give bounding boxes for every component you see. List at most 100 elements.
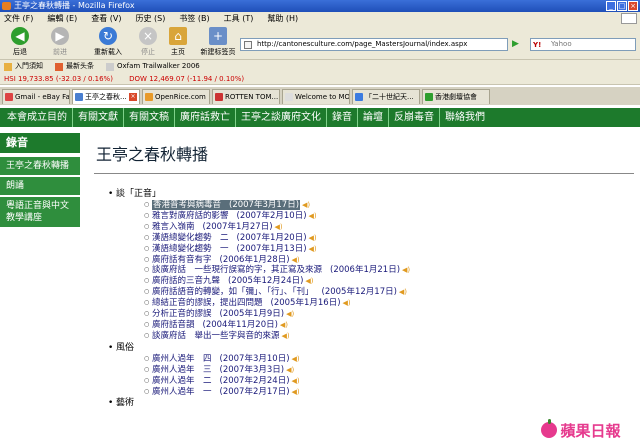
menu-file[interactable]: 文件 (F) bbox=[4, 12, 33, 25]
speaker-icon[interactable]: ◀) bbox=[286, 309, 294, 320]
nav-save-cantonese[interactable]: 廣府話救亡 bbox=[175, 108, 236, 127]
speaker-icon[interactable]: ◀) bbox=[292, 354, 300, 365]
sidebar-item-lectures[interactable]: 粵語正音與中文教學講座 bbox=[0, 197, 80, 229]
tab-google[interactable]: 「二十世紀天... bbox=[352, 89, 420, 104]
speaker-icon[interactable]: ◀) bbox=[302, 200, 310, 211]
nav-articles[interactable]: 有關文稿 bbox=[124, 108, 175, 127]
reload-button[interactable]: ↻ 重新载入 bbox=[86, 27, 130, 57]
speaker-icon[interactable]: ◀) bbox=[343, 298, 351, 309]
bookmark-icon bbox=[4, 62, 12, 71]
menu-bookmarks[interactable]: 书签 (B) bbox=[179, 12, 209, 25]
speaker-icon[interactable]: ◀) bbox=[399, 287, 407, 298]
tab-drama[interactable]: 香港劇壇協會 bbox=[422, 89, 490, 104]
nav-anti-lazy-sound[interactable]: 反崩毒音 bbox=[389, 108, 440, 127]
speaker-icon[interactable]: ◀) bbox=[305, 276, 313, 287]
section-list: 談「正音」 香港普考與病毒音(2007年3月17日)◀) 雅言對廣府話的影響(2… bbox=[94, 188, 634, 409]
home-label: 主页 bbox=[171, 48, 185, 56]
menu-help[interactable]: 幫助 (H) bbox=[267, 12, 298, 25]
menu-view[interactable]: 查看 (V) bbox=[91, 12, 121, 25]
speaker-icon[interactable]: ◀) bbox=[309, 211, 317, 222]
back-button[interactable]: ◀ 后退 bbox=[2, 27, 38, 57]
close-window-button[interactable]: × bbox=[628, 1, 638, 11]
recording-item[interactable]: 總結正音的謬誤，提出四問題(2005年1月16日)◀) bbox=[144, 298, 634, 309]
recording-item[interactable]: 談廣府話 一些現行誤寫的字，其正寫及來源(2006年1月21日)◀) bbox=[144, 265, 634, 276]
address-bar[interactable]: http://cantonesculture.com/page_MastersJ… bbox=[240, 38, 508, 51]
page-icon bbox=[244, 41, 252, 49]
bookmark-item[interactable]: 入門須知 bbox=[4, 60, 43, 73]
reload-icon: ↻ bbox=[99, 27, 117, 45]
nav-documents[interactable]: 有關文獻 bbox=[73, 108, 124, 127]
nav-forum[interactable]: 論壇 bbox=[358, 108, 389, 127]
divider bbox=[94, 173, 634, 174]
tab-active[interactable]: 王亭之春秋... × bbox=[72, 89, 140, 104]
tab-gmail[interactable]: Gmail - eBay Fa... bbox=[2, 89, 70, 104]
recording-item[interactable]: 廣府話的三音九聲(2005年12月24日)◀) bbox=[144, 276, 634, 287]
maximize-button[interactable]: □ bbox=[617, 1, 627, 11]
nav-purpose[interactable]: 本會成立目的 bbox=[2, 108, 73, 127]
ticker-dow: DOW 12,469.07 (-11.94 / 0.10%) bbox=[129, 75, 245, 83]
newspaper-logo: 蘋果日報 bbox=[526, 417, 636, 443]
speaker-icon[interactable]: ◀) bbox=[292, 387, 300, 398]
bookmark-item[interactable]: Oxfam Trailwalker 2006 bbox=[106, 60, 200, 73]
recording-item[interactable]: 廣州人過年 四(2007年3月10日)◀) bbox=[144, 354, 634, 365]
windows-logo-icon bbox=[621, 13, 637, 24]
recording-item[interactable]: 廣州人過年 一(2007年2月17日)◀) bbox=[144, 387, 634, 398]
bookmarks-toolbar: 入門須知 最新头条 Oxfam Trailwalker 2006 bbox=[0, 60, 640, 73]
drama-icon bbox=[425, 93, 433, 101]
speaker-icon[interactable]: ◀) bbox=[292, 376, 300, 387]
window-titlebar: 王亭之春秋轉播 - Mozilla Firefox _ □ × bbox=[0, 0, 640, 12]
menubar: 文件 (F) 編輯 (E) 查看 (V) 历史 (S) 书签 (B) 工具 (T… bbox=[0, 12, 640, 25]
home-button[interactable]: ⌂ 主页 bbox=[160, 27, 196, 57]
recording-list: 香港普考與病毒音(2007年3月17日)◀) 雅言對廣府話的影響(2007年2月… bbox=[116, 200, 634, 342]
nav-culture[interactable]: 王亭之談廣府文化 bbox=[236, 108, 327, 127]
gmail-icon bbox=[5, 93, 13, 101]
speaker-icon[interactable]: ◀) bbox=[275, 222, 283, 233]
sidebar-item-recitation[interactable]: 朗誦 bbox=[0, 177, 80, 197]
minimize-button[interactable]: _ bbox=[606, 1, 616, 11]
section-title: 藝術 bbox=[116, 398, 135, 409]
speaker-icon[interactable]: ◀) bbox=[309, 244, 317, 255]
forward-label: 前进 bbox=[53, 48, 67, 56]
tab-welcome[interactable]: Welcome to MO... bbox=[282, 89, 350, 104]
section-title: 風俗 bbox=[116, 342, 135, 353]
close-tab-icon[interactable]: × bbox=[129, 93, 137, 101]
new-tab-button[interactable]: + 新建标签页 bbox=[196, 27, 240, 57]
new-tab-icon: + bbox=[209, 27, 227, 45]
recording-item[interactable]: 廣府話語音的轉變，如「彌」、「行」、「刊」(2005年12月17日)◀) bbox=[144, 287, 634, 298]
sidebar-item-broadcast[interactable]: 王亭之春秋轉播 bbox=[0, 157, 80, 177]
bookmark-item[interactable]: 最新头条 bbox=[55, 60, 94, 73]
menu-tools[interactable]: 工具 (T) bbox=[224, 12, 254, 25]
back-arrow-icon: ◀ bbox=[11, 27, 29, 45]
speaker-icon[interactable]: ◀) bbox=[282, 331, 290, 342]
recording-item[interactable]: 廣府話音韻(2004年11月20日)◀) bbox=[144, 320, 634, 331]
recording-item[interactable]: 雅言對廣府話的影響(2007年2月10日)◀) bbox=[144, 211, 634, 222]
menu-history[interactable]: 历史 (S) bbox=[136, 12, 166, 25]
go-button[interactable]: ▶ bbox=[512, 38, 524, 51]
forward-button[interactable]: ▶ 前进 bbox=[42, 27, 78, 57]
search-box[interactable]: Y! Yahoo bbox=[530, 38, 636, 51]
recording-item[interactable]: 漢語總變化趨勢 二(2007年1月20日)◀) bbox=[144, 233, 634, 244]
recording-item[interactable]: 漢語總變化趨勢 一(2007年1月13日)◀) bbox=[144, 244, 634, 255]
tab-rottentomatoes[interactable]: ROTTEN TOM... bbox=[212, 89, 280, 104]
speaker-icon[interactable]: ◀) bbox=[402, 265, 410, 276]
speaker-icon[interactable]: ◀) bbox=[292, 255, 300, 266]
page-title: 王亭之春秋轉播 bbox=[96, 145, 209, 164]
apple-logo-icon bbox=[541, 419, 558, 438]
recording-item[interactable]: 廣州人過年 二(2007年2月24日)◀) bbox=[144, 376, 634, 387]
tab-openrice[interactable]: OpenRice.com bbox=[142, 89, 210, 104]
nav-contact[interactable]: 聯絡我們 bbox=[440, 108, 490, 127]
yahoo-icon: Y! bbox=[533, 41, 542, 49]
section: 藝術 bbox=[108, 397, 634, 409]
speaker-icon[interactable]: ◀) bbox=[309, 233, 317, 244]
recording-item[interactable]: 雅言入嶺南(2007年1月27日)◀) bbox=[144, 222, 634, 233]
speaker-icon[interactable]: ◀) bbox=[280, 320, 288, 331]
recording-item[interactable]: 香港普考與病毒音(2007年3月17日)◀) bbox=[144, 200, 634, 211]
recording-item[interactable]: 廣府話有音有字(2006年1月28日)◀) bbox=[144, 255, 634, 266]
menu-edit[interactable]: 編輯 (E) bbox=[47, 12, 77, 25]
speaker-icon[interactable]: ◀) bbox=[286, 365, 294, 376]
stop-icon: × bbox=[139, 27, 157, 45]
recording-item[interactable]: 談廣府話 舉出一些字與音的來源◀) bbox=[144, 331, 634, 342]
recording-item[interactable]: 廣州人過年 三(2007年3月3日)◀) bbox=[144, 365, 634, 376]
recording-item[interactable]: 分析正音的謬誤(2005年1月9日)◀) bbox=[144, 309, 634, 320]
nav-recordings[interactable]: 錄音 bbox=[327, 108, 358, 127]
